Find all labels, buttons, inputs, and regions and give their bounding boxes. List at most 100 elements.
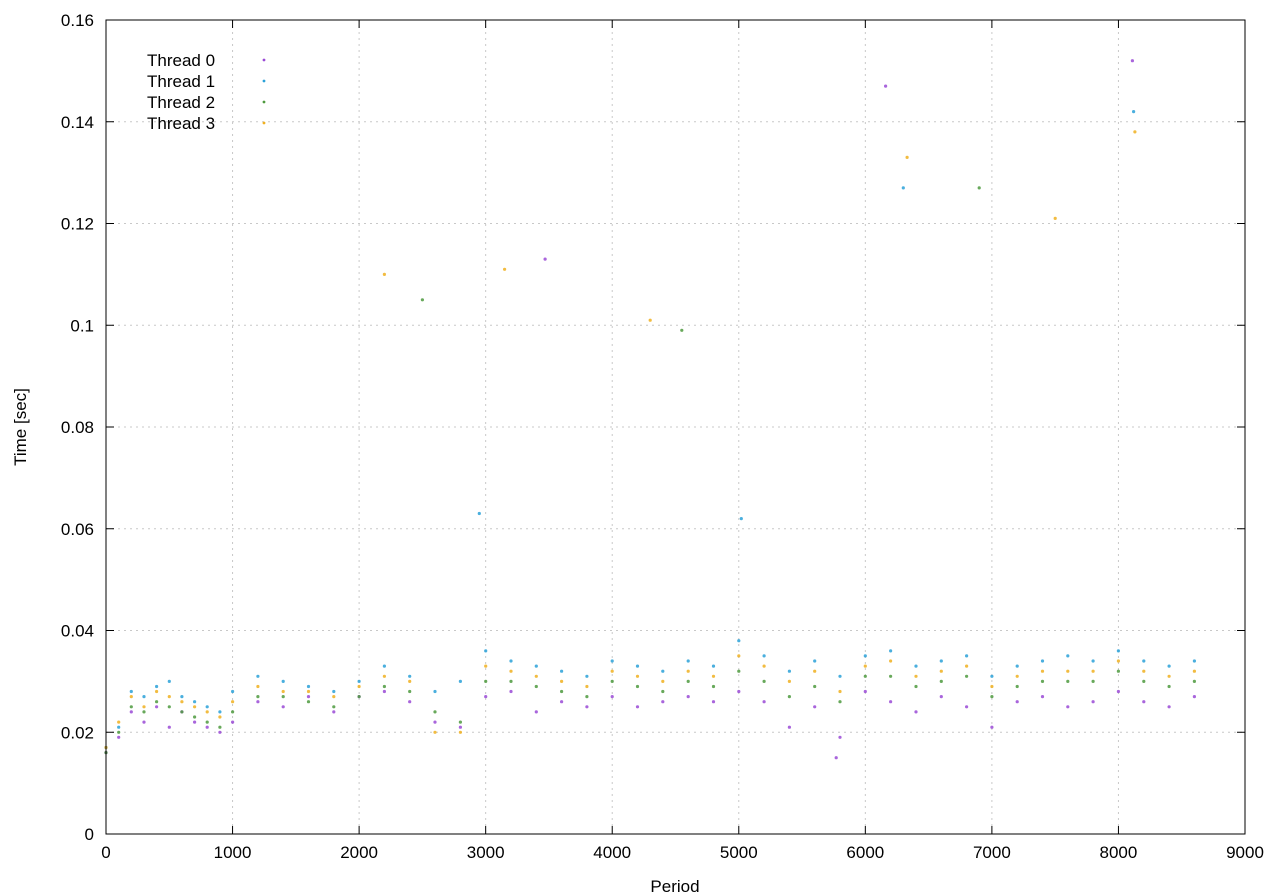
data-point [231, 710, 235, 714]
data-point [939, 669, 943, 673]
data-point [884, 84, 888, 88]
data-point [1015, 700, 1019, 704]
data-point [635, 705, 640, 709]
y-tick-label: 0.08 [61, 418, 94, 437]
data-point [231, 689, 235, 694]
data-point [1142, 669, 1146, 673]
data-point [382, 689, 386, 694]
data-point [914, 664, 918, 668]
x-tick-label: 6000 [846, 843, 884, 862]
data-point [560, 669, 564, 673]
data-point [762, 664, 766, 668]
data-point [585, 705, 589, 709]
data-point [965, 705, 969, 709]
data-point [408, 700, 412, 704]
data-point [155, 705, 159, 709]
data-point [332, 695, 336, 699]
legend-marker [262, 79, 266, 83]
data-point [117, 720, 121, 724]
x-tick-label: 7000 [973, 843, 1011, 862]
data-point [509, 679, 513, 684]
y-tick-label: 0.04 [61, 622, 94, 641]
data-point [1167, 664, 1171, 668]
legend-label: Thread 1 [147, 72, 215, 91]
legend-marker [262, 100, 266, 104]
data-point [218, 730, 222, 734]
data-point [408, 679, 412, 684]
plot-frame [105, 19, 1246, 835]
data-point [711, 674, 716, 678]
data-point [231, 720, 235, 724]
data-point [914, 684, 918, 689]
y-tick-label: 0.12 [61, 215, 94, 234]
y-tick-label: 0 [85, 825, 94, 844]
data-point [1066, 654, 1070, 658]
data-point [1116, 659, 1120, 663]
data-point [610, 659, 614, 663]
data-point [990, 674, 994, 678]
data-point [762, 654, 766, 658]
x-tick-label: 4000 [593, 843, 631, 862]
data-point [281, 695, 285, 699]
data-point [661, 700, 665, 704]
data-point [1091, 700, 1095, 704]
data-point [965, 654, 969, 658]
data-point [1130, 59, 1134, 63]
data-point [680, 328, 684, 332]
data-point [1091, 679, 1095, 684]
data-point [787, 695, 792, 699]
data-point [420, 298, 424, 302]
legend: Thread 0 Thread 1 Thread 2 Thread 3 [147, 51, 266, 133]
data-point [889, 674, 893, 678]
data-point [610, 695, 614, 699]
data-point [813, 669, 817, 673]
data-point [1066, 679, 1070, 684]
data-point [332, 705, 336, 709]
data-point [863, 674, 867, 678]
data-point [142, 695, 146, 699]
data-point [1040, 695, 1045, 699]
data-point [382, 684, 386, 689]
series-2 [104, 186, 1196, 755]
data-point [661, 669, 665, 673]
data-point [1053, 216, 1057, 220]
data-point [1116, 649, 1120, 653]
data-point [357, 679, 361, 684]
data-point [281, 679, 285, 684]
data-point [838, 735, 842, 739]
data-point [1040, 679, 1045, 684]
data-point [914, 710, 918, 714]
x-tick-label: 8000 [1100, 843, 1138, 862]
data-point [1142, 659, 1146, 663]
data-point [256, 695, 260, 699]
data-point [357, 695, 361, 699]
data-point [1066, 705, 1070, 709]
data-point [737, 639, 741, 643]
x-tick-label: 9000 [1226, 843, 1264, 862]
data-point [117, 735, 121, 739]
data-point [306, 695, 311, 699]
x-tick-label: 3000 [467, 843, 505, 862]
data-point [686, 669, 690, 673]
data-point [635, 674, 640, 678]
data-point [534, 664, 538, 668]
data-point [332, 689, 336, 694]
data-point [585, 695, 589, 699]
data-point [534, 684, 538, 689]
data-point [142, 720, 146, 724]
data-point [901, 186, 905, 190]
data-point [382, 272, 386, 276]
data-point [117, 725, 121, 729]
data-point [787, 725, 792, 729]
data-point [1132, 110, 1136, 114]
data-point [218, 715, 222, 719]
data-point [1142, 700, 1146, 704]
data-point [256, 674, 260, 678]
data-point [838, 674, 842, 678]
data-point [635, 684, 640, 689]
data-point [889, 659, 893, 663]
data-point [129, 710, 133, 714]
data-point [965, 664, 969, 668]
data-point [1040, 669, 1045, 673]
data-point [813, 684, 817, 689]
